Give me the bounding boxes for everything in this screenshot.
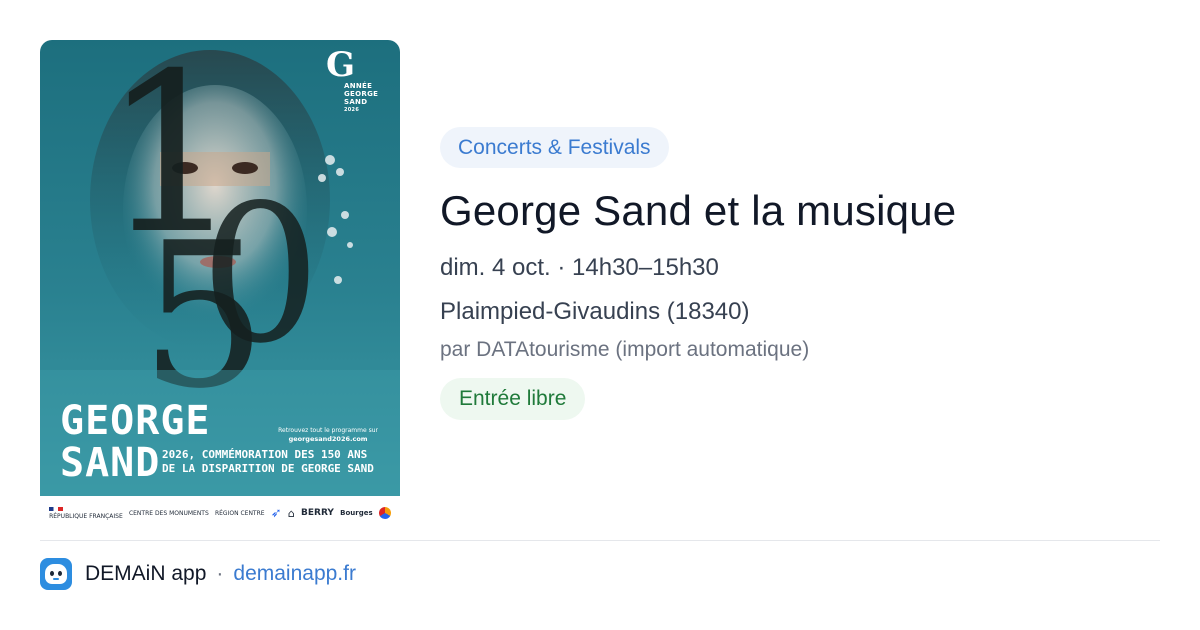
poster-numeral-0: 0 [200,164,321,385]
logo-line-2: GEORGE [344,90,379,98]
event-location: Plaimpied-Givaudins (18340) [440,298,750,325]
event-date-time: dim. 4 oct. · 14h30–15h30 [440,254,719,281]
partner-republique: RÉPUBLIQUE FRANÇAISE [49,506,123,520]
poster-website: Retrouvez tout le programme sur georgesa… [278,426,378,444]
partner-berry: BERRY [301,507,334,518]
bird-logo-icon: ➶ [270,505,282,521]
partner-region-centre: RÉGION CENTRE [214,509,265,517]
footer: DEMAiN app · demainapp.fr [40,558,356,590]
annee-george-sand-logo: G ANNÉE GEORGE SAND 2026 [326,48,382,114]
poster-artwork: 1 5 0 G ANNÉE GEORGE SAND 2026 Retrouvez… [40,40,400,496]
poster-site-intro: Retrouvez tout le programme sur [278,427,378,434]
tent-logo-icon: ⌂ [287,506,295,520]
footer-divider [40,540,1160,541]
poster-site-url: georgesand2026.com [288,435,368,443]
poster-subtitle: 2026, COMMÉMORATION DES 150 ANS DE LA DI… [162,448,392,476]
poster-title-line-1: GEORGE [60,398,211,444]
poster-subtitle-line-1: 2026, COMMÉMORATION DES 150 ANS [162,448,368,461]
event-poster[interactable]: 1 5 0 G ANNÉE GEORGE SAND 2026 Retrouvez… [40,40,400,530]
event-details: Concerts & Festivals George Sand et la m… [440,127,1160,420]
footer-separator: · [216,562,224,585]
mascot-face-icon[interactable] [40,558,72,590]
event-source: par DATAtourisme (import automatique) [440,338,810,361]
event-share-card: 1 5 0 G ANNÉE GEORGE SAND 2026 Retrouvez… [0,0,1200,630]
logo-g-mark: G [326,45,356,85]
price-badge: Entrée libre [440,378,586,420]
french-flag-icon [49,507,64,511]
app-name: DEMAiN app [85,562,207,585]
app-url-link[interactable]: demainapp.fr [233,562,356,586]
poster-partner-logos: RÉPUBLIQUE FRANÇAISE CENTRE DES MONUMENT… [40,496,400,530]
logo-line-3: SAND [344,98,368,106]
poster-subtitle-line-2: DE LA DISPARITION DE GEORGE SAND [162,462,374,475]
category-badge[interactable]: Concerts & Festivals [440,127,669,168]
partner-bourges: Bourges [340,508,373,517]
round-partner-logo-icon [378,507,391,519]
partner-centre-monuments: CENTRE DES MONUMENTS [128,509,209,517]
event-title[interactable]: George Sand et la musique [440,186,1160,236]
logo-line-4: 2026 [344,107,360,113]
logo-line-1: ANNÉE [344,82,373,90]
